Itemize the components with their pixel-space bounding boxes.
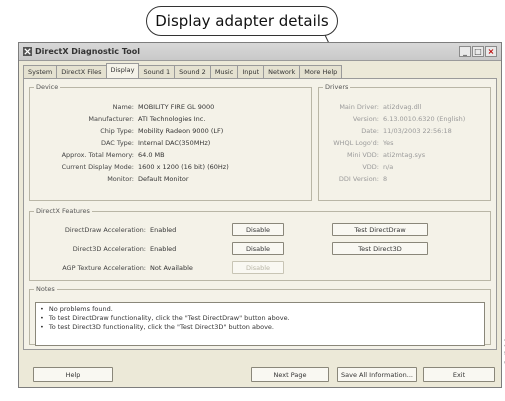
directx-features-legend: DirectX Features: [36, 207, 90, 215]
directdraw-acceleration-row: DirectDraw Acceleration: Enabled: [64, 226, 177, 234]
driver-row-version: Version: 6.13.0010.6320 (English): [352, 115, 466, 123]
minimize-button[interactable]: _: [459, 46, 471, 57]
maximize-button[interactable]: □: [472, 46, 484, 57]
help-button[interactable]: Help: [33, 367, 113, 382]
direct3d-acceleration-row: Direct3D Acceleration: Enabled: [72, 245, 177, 253]
bottom-button-bar: Help Next Page Save All Information... E…: [19, 361, 501, 387]
disable-agp-button[interactable]: Disable: [232, 261, 284, 274]
callout-label: Display adapter details: [146, 6, 338, 36]
notes-textbox[interactable]: • No problems found. • To test DirectDra…: [35, 302, 485, 346]
directx-features-group: DirectX Features DirectDraw Acceleration…: [29, 207, 491, 281]
test-direct3d-button[interactable]: Test Direct3D: [332, 242, 428, 255]
exit-button[interactable]: Exit: [423, 367, 495, 382]
tab-display[interactable]: Display: [105, 63, 140, 79]
note-line: • To test Direct3D functionality, click …: [40, 323, 274, 331]
bullet-icon: •: [40, 323, 44, 331]
disable-direct3d-button[interactable]: Disable: [232, 242, 284, 255]
drivers-legend: Drivers: [325, 83, 349, 91]
notes-legend: Notes: [36, 285, 55, 293]
device-row-chip-type: Chip Type: Mobility Radeon 9000 (LF): [100, 127, 224, 135]
display-tab-panel: Device Name: MOBILITY FIRE GL 9000 Manufa…: [23, 78, 497, 350]
device-row-memory: Approx. Total Memory: 64.0 MB: [61, 151, 165, 159]
drivers-group: Drivers Main Driver: ati2dvag.dll Version…: [318, 83, 491, 201]
device-row-monitor: Monitor: Default Monitor: [107, 175, 189, 183]
device-legend: Device: [36, 83, 59, 91]
note-line: • To test DirectDraw functionality, clic…: [40, 314, 290, 322]
driver-row-ddi-version: DDI Version: 8: [338, 175, 388, 183]
save-all-information-button[interactable]: Save All Information...: [337, 367, 417, 382]
driver-row-date: Date: 11/03/2003 22:56:18: [361, 127, 452, 135]
driver-row-vdd: VDD: n/a: [362, 163, 394, 171]
device-row-display-mode: Current Display Mode: 1600 x 1200 (16 bit…: [61, 163, 229, 171]
driver-row-main: Main Driver: ati2dvag.dll: [339, 103, 422, 111]
device-row-manufacturer: Manufacturer: ATI Technologies Inc.: [88, 115, 206, 123]
next-page-button[interactable]: Next Page: [251, 367, 329, 382]
title-bar: DirectX Diagnostic Tool _ □ ×: [19, 43, 501, 61]
device-group: Device Name: MOBILITY FIRE GL 9000 Manufa…: [29, 83, 312, 201]
directx-app-icon: [23, 47, 32, 56]
window-title: DirectX Diagnostic Tool: [35, 47, 140, 56]
disable-directdraw-button[interactable]: Disable: [232, 223, 284, 236]
bullet-icon: •: [40, 314, 44, 322]
test-directdraw-button[interactable]: Test DirectDraw: [332, 223, 428, 236]
driver-row-mini-vdd: Mini VDD: ati2mtag.sys: [346, 151, 426, 159]
notes-group: Notes • No problems found. • To test Dir…: [29, 285, 491, 346]
device-row-name: Name: MOBILITY FIRE GL 9000: [112, 103, 215, 111]
note-line: • No problems found.: [40, 305, 113, 313]
close-button[interactable]: ×: [485, 46, 497, 57]
driver-row-whql: WHQL Logo'd: Yes: [333, 139, 394, 147]
dxdiag-window: DirectX Diagnostic Tool _ □ × System Dir…: [18, 42, 502, 388]
bullet-icon: •: [40, 305, 44, 313]
agp-texture-acceleration-row: AGP Texture Acceleration: Not Available: [62, 264, 193, 272]
device-row-dac-type: DAC Type: Internal DAC(350MHz): [101, 139, 211, 147]
